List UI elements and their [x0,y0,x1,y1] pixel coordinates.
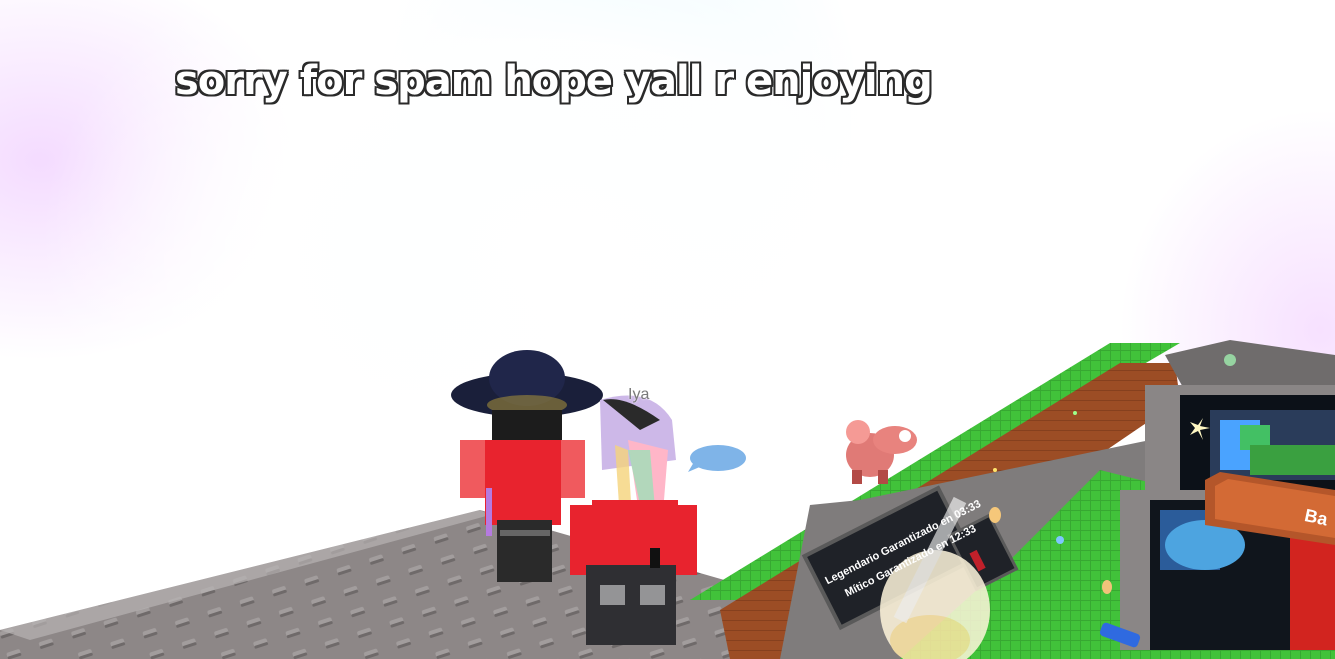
game-viewport[interactable]: Legendario Garantizado en 03:33 Mítico G… [0,0,1335,659]
building-sign-text: Ba [1303,505,1331,530]
chat-message-overlay: sorry for spam hope yall r enjoying [175,58,933,104]
player-nametag: Iya [628,386,650,403]
